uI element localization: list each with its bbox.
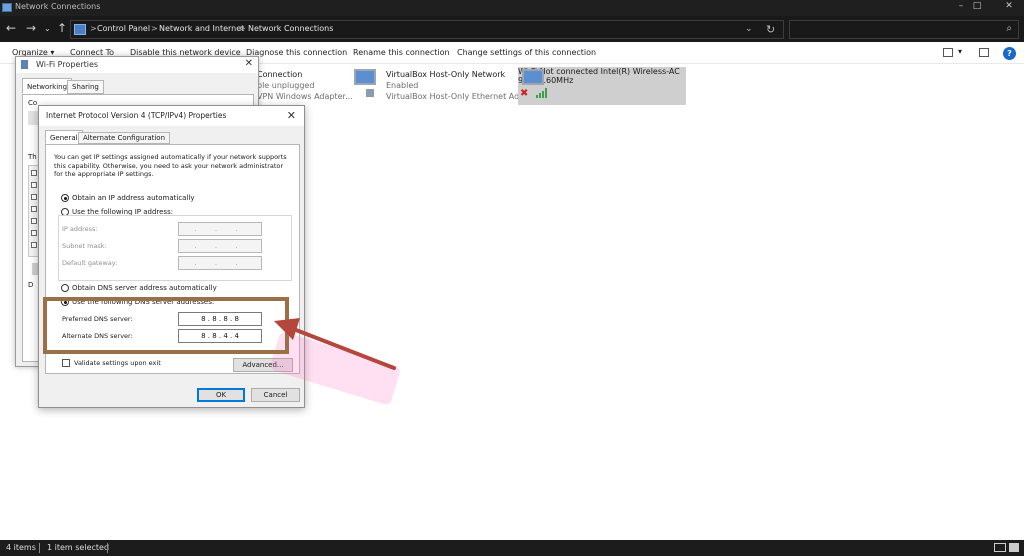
dns-highlight-box [43, 297, 289, 354]
validate-settings-checkbox[interactable] [62, 359, 70, 367]
disconnected-x-icon: ✖ [520, 88, 529, 99]
close-icon[interactable]: ✕ [998, 1, 1020, 11]
search-icon: ⌕ [1006, 23, 1012, 34]
address-dropdown-icon[interactable]: ⌄ [745, 24, 753, 34]
recent-locations-chevron-icon[interactable]: ⌄ [44, 24, 51, 33]
close-icon[interactable]: ✕ [287, 109, 296, 122]
breadcrumb-separator-icon: > [151, 24, 158, 33]
validate-settings-label[interactable]: Validate settings upon exit [74, 359, 161, 367]
wifi-properties-icon [21, 60, 28, 69]
breadcrumb-network-and-internet[interactable]: Network and Internet [159, 24, 244, 33]
change-settings-button[interactable]: Change settings of this connection [457, 48, 596, 57]
connection-status: Enabled [386, 81, 419, 90]
ok-button[interactable]: OK [197, 388, 245, 402]
breadcrumb-separator-icon: > [90, 24, 97, 33]
diagnose-button[interactable]: Diagnose this connection [246, 48, 347, 57]
address-bar[interactable]: > Control Panel > Network and Internet >… [70, 20, 784, 39]
obtain-dns-auto-radio[interactable] [61, 284, 69, 292]
tab-general[interactable]: General [45, 130, 83, 144]
tab-networking[interactable]: Networking [22, 78, 73, 94]
breadcrumb-control-panel[interactable]: Control Panel [97, 24, 150, 33]
wifi-properties-title-bar: Wi-Fi Properties ✕ [16, 57, 258, 73]
component-checkbox[interactable] [31, 194, 37, 200]
status-bar: 4 items 1 item selected [0, 540, 1024, 556]
obtain-ip-auto-radio[interactable] [61, 194, 69, 202]
rename-button[interactable]: Rename this connection [353, 48, 450, 57]
address-row: ← → ⌄ ↑ > Control Panel > Network and In… [0, 16, 1024, 42]
selection-count: 1 item selected [47, 543, 110, 552]
connection-item-virtualbox[interactable]: VirtualBox Host-Only Network Enabled Vir… [352, 67, 527, 105]
this-connection-uses-label: Th [28, 153, 37, 161]
tab-sharing[interactable]: Sharing [67, 80, 104, 94]
ip-address-field[interactable]: . . . [178, 222, 262, 236]
status-divider [107, 543, 108, 553]
network-connections-icon [2, 3, 12, 12]
cancel-button[interactable]: Cancel [251, 388, 300, 402]
connection-name: VirtualBox Host-Only Network [386, 70, 506, 79]
connection-adapter: VPN Windows Adapter... [257, 92, 353, 101]
refresh-icon[interactable]: ↻ [766, 23, 775, 36]
component-checkbox[interactable] [31, 170, 37, 176]
ip-settings-description: You can get IP settings assigned automat… [54, 153, 287, 179]
ipv4-dialog-title: Internet Protocol Version 4 (TCP/IPv4) P… [46, 111, 227, 120]
search-input[interactable]: ⌕ [789, 20, 1019, 39]
connection-status: Not connected [539, 67, 599, 76]
preview-pane-icon[interactable] [979, 48, 989, 57]
large-icons-view-icon[interactable] [1009, 543, 1019, 552]
ipv4-properties-dialog: Internet Protocol Version 4 (TCP/IPv4) P… [38, 105, 305, 408]
back-arrow-icon[interactable]: ← [6, 21, 16, 35]
ethernet-cable-icon [366, 89, 374, 97]
forward-arrow-icon[interactable]: → [26, 21, 36, 35]
connection-name: Connection [257, 70, 303, 79]
control-panel-icon [74, 24, 86, 35]
up-arrow-icon[interactable]: ↑ [57, 21, 67, 35]
wifi-adapter-icon [522, 69, 544, 85]
connection-adapter: VirtualBox Host-Only Ethernet Ad... [386, 92, 527, 101]
connection-status: ble unplugged [257, 81, 315, 90]
description-label: D [28, 281, 34, 289]
ipv4-title-bar: Internet Protocol Version 4 (TCP/IPv4) P… [39, 106, 304, 126]
network-adapter-icon [354, 69, 376, 85]
default-gateway-label: Default gateway: [62, 259, 118, 267]
component-checkbox[interactable] [31, 230, 37, 236]
component-checkbox[interactable] [31, 242, 37, 248]
component-checkbox[interactable] [31, 206, 37, 212]
wifi-properties-title: Wi-Fi Properties [36, 60, 99, 69]
items-count: 4 items [6, 543, 36, 552]
window-title: Network Connections [15, 2, 101, 11]
component-checkbox[interactable] [31, 182, 37, 188]
obtain-ip-auto-label[interactable]: Obtain an IP address automatically [72, 194, 195, 202]
connect-using-label: Co [28, 99, 38, 107]
default-gateway-field[interactable]: . . . [178, 256, 262, 270]
status-divider [39, 543, 40, 553]
title-bar: Network Connections – □ ✕ [0, 0, 1024, 16]
change-view-icon[interactable] [943, 48, 953, 57]
signal-bars-icon [536, 88, 547, 98]
obtain-dns-auto-label[interactable]: Obtain DNS server address automatically [72, 284, 217, 292]
component-checkbox[interactable] [31, 218, 37, 224]
breadcrumb-network-connections[interactable]: Network Connections [248, 24, 333, 33]
tab-alternate-configuration[interactable]: Alternate Configuration [78, 132, 171, 144]
subnet-mask-label: Subnet mask: [62, 242, 107, 250]
view-dropdown-icon[interactable]: ▾ [958, 47, 962, 56]
help-icon[interactable]: ? [1003, 47, 1016, 60]
maximize-icon[interactable]: □ [966, 1, 988, 11]
ip-address-label: IP address: [62, 225, 98, 233]
connection-item-wifi[interactable]: ✖ Wi-Fi Not connected Intel(R) Wireless-… [518, 67, 686, 105]
details-view-icon[interactable] [994, 543, 1006, 552]
close-icon[interactable]: ✕ [245, 58, 253, 69]
breadcrumb-separator-icon: > [239, 24, 246, 33]
subnet-mask-field[interactable]: . . . [178, 239, 262, 253]
